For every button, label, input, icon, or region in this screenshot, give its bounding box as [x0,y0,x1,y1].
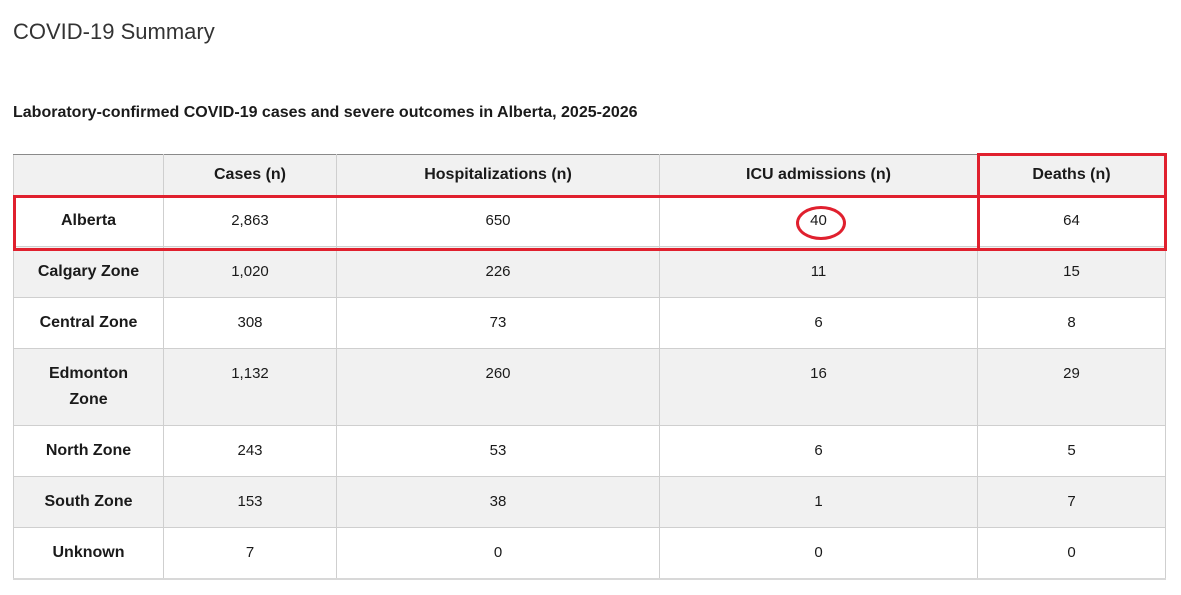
page-title: COVID-19 Summary [13,19,215,44]
cell-hospitalizations: 260 [336,348,660,426]
row-region: North Zone [13,425,164,477]
table-row: Central Zone 308 73 6 8 [13,297,1166,349]
cell-deaths: 7 [977,476,1166,528]
cell-hospitalizations: 226 [336,246,660,298]
table-row: North Zone 243 53 6 5 [13,425,1166,477]
cell-icu: 16 [659,348,978,426]
table-row: Unknown 7 0 0 0 [13,527,1166,580]
cell-hospitalizations: 0 [336,527,660,580]
row-region: Calgary Zone [13,246,164,298]
table-caption: Laboratory-confirmed COVID-19 cases and … [13,104,638,121]
cell-hospitalizations: 73 [336,297,660,349]
table-row: Calgary Zone 1,020 226 11 15 [13,246,1166,298]
cell-deaths: 29 [977,348,1166,426]
cell-deaths: 8 [977,297,1166,349]
cell-icu: 40 [659,195,978,247]
row-region: Edmonton Zone [13,348,164,426]
cell-icu: 6 [659,425,978,477]
header-cases: Cases (n) [163,154,337,196]
cell-hospitalizations: 38 [336,476,660,528]
cell-cases: 243 [163,425,337,477]
cell-icu: 0 [659,527,978,580]
cell-deaths: 0 [977,527,1166,580]
header-hospitalizations: Hospitalizations (n) [336,154,660,196]
cell-hospitalizations: 650 [336,195,660,247]
table-row: South Zone 153 38 1 7 [13,476,1166,528]
table-row: Alberta 2,863 650 40 64 [13,195,1166,247]
cell-icu: 11 [659,246,978,298]
header-deaths: Deaths (n) [977,154,1166,196]
header-icu-admissions: ICU admissions (n) [659,154,978,196]
cell-hospitalizations: 53 [336,425,660,477]
cell-icu: 1 [659,476,978,528]
row-region: Alberta [13,195,164,247]
cell-cases: 7 [163,527,337,580]
cell-cases: 1,132 [163,348,337,426]
cell-cases: 2,863 [163,195,337,247]
header-region [13,154,164,196]
row-region: Central Zone [13,297,164,349]
cell-deaths: 15 [977,246,1166,298]
cell-cases: 153 [163,476,337,528]
cell-cases: 308 [163,297,337,349]
cell-deaths: 5 [977,425,1166,477]
cell-deaths: 64 [977,195,1166,247]
row-region: South Zone [13,476,164,528]
page: COVID-19 Summary Laboratory-confirmed CO… [0,0,1181,595]
table-header-row: Cases (n) Hospitalizations (n) ICU admis… [13,154,1166,196]
cell-icu: 6 [659,297,978,349]
row-region: Unknown [13,527,164,580]
table-row: Edmonton Zone 1,132 260 16 29 [13,348,1166,426]
cell-cases: 1,020 [163,246,337,298]
covid-summary-table: Cases (n) Hospitalizations (n) ICU admis… [13,154,1166,580]
